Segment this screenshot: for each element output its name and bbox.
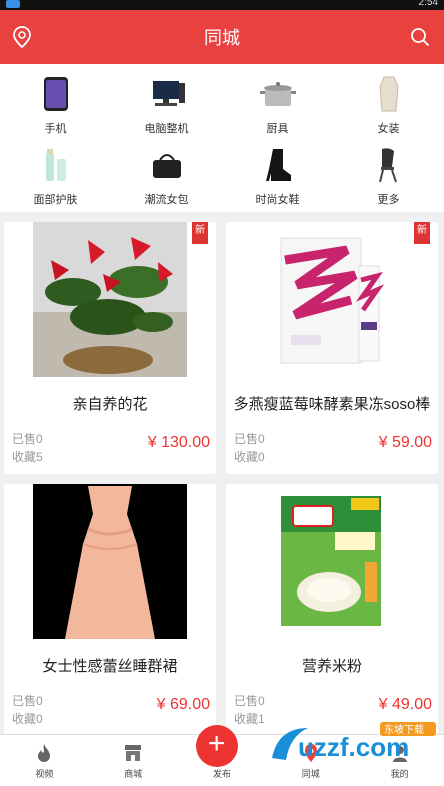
- rice-cereal-box-image: [281, 495, 381, 626]
- status-time: 2:54: [418, 0, 438, 8]
- watermark-tag: 东坡下载: [384, 723, 424, 736]
- category-label: 面部护肤: [33, 194, 78, 206]
- tab-label: 我的: [390, 769, 409, 779]
- product-name: 亲自养的花: [72, 396, 148, 413]
- location-pin-icon[interactable]: [12, 26, 32, 48]
- category-shoes[interactable]: 时尚女鞋: [222, 141, 333, 212]
- product-image: [226, 484, 438, 639]
- boot-icon: [265, 149, 291, 181]
- tab-label: 同城: [301, 769, 320, 779]
- coat-icon: [378, 76, 399, 112]
- tab-label: 商城: [124, 769, 143, 779]
- product-price: ¥ 69.00: [156, 696, 210, 713]
- tab-label: 发布: [212, 769, 231, 779]
- sold-count: 已售0: [12, 694, 43, 708]
- app-notification-icon: [6, 0, 20, 8]
- category-label: 时尚女鞋: [255, 194, 300, 206]
- jelly-box-image: [280, 237, 385, 363]
- tab-mall[interactable]: 商城: [89, 735, 178, 786]
- product-card[interactable]: 营养米粉 已售0 收藏1 ¥ 49.00: [226, 484, 438, 736]
- sold-count: 已售0: [12, 432, 43, 446]
- page-title: 同城: [204, 28, 240, 48]
- sold-count: 已售0: [234, 432, 265, 446]
- product-stats: 已售0 收藏0: [234, 430, 265, 466]
- product-card[interactable]: 新 亲自养的花 已售0 收藏5 ¥ 130.00: [4, 222, 216, 474]
- product-name: 多燕瘦蓝莓味酵素果冻soso棒: [233, 396, 431, 413]
- category-label: 更多: [377, 194, 400, 206]
- handbag-icon: [152, 154, 181, 178]
- product-price: ¥ 130.00: [147, 434, 210, 451]
- product-image: [226, 222, 438, 377]
- category-label: 电脑整机: [144, 123, 189, 135]
- tab-label: 视频: [35, 769, 54, 779]
- watermark-brand: uzzf.com: [298, 732, 409, 762]
- skincare-icon: [45, 149, 66, 181]
- category-skincare[interactable]: 面部护肤: [0, 141, 111, 212]
- product-price: ¥ 49.00: [378, 696, 432, 713]
- status-bar: 2:54: [0, 0, 444, 10]
- favorite-count: 收藏0: [234, 450, 265, 464]
- plus-icon[interactable]: +: [195, 725, 238, 767]
- search-icon[interactable]: [410, 27, 430, 47]
- sold-count: 已售0: [234, 694, 265, 708]
- tab-publish[interactable]: + 发布: [178, 725, 267, 786]
- product-stats: 已售0 收藏0: [12, 692, 43, 728]
- dress-image: [33, 484, 187, 639]
- favorite-count: 收藏1: [234, 712, 265, 726]
- product-price: ¥ 59.00: [378, 434, 432, 451]
- category-label: 潮流女包: [144, 194, 189, 206]
- product-grid: 新 亲自养的花 已售0 收藏5 ¥ 130.00 新 多燕瘦蓝莓味酵素果冻sos…: [0, 212, 444, 736]
- category-label: 厨具: [266, 123, 289, 135]
- product-card[interactable]: 新 多燕瘦蓝莓味酵素果冻soso棒 已售0 收藏0 ¥ 59.00: [226, 222, 438, 474]
- category-phone[interactable]: 手机: [0, 70, 111, 141]
- new-badge: 新: [414, 222, 430, 244]
- favorite-count: 收藏5: [12, 450, 43, 464]
- chair-icon: [378, 148, 397, 183]
- tab-video[interactable]: 视频: [0, 735, 89, 786]
- product-stats: 已售0 收藏5: [12, 430, 43, 466]
- category-computer[interactable]: 电脑整机: [111, 70, 222, 141]
- category-label: 女装: [377, 123, 400, 135]
- header-bar: 同城: [0, 10, 444, 64]
- product-card[interactable]: 女士性感蕾丝睡群裙 已售0 收藏0 ¥ 69.00: [4, 484, 216, 736]
- phone-icon: [43, 77, 68, 111]
- category-womens-wear[interactable]: 女装: [333, 70, 444, 141]
- new-badge: 新: [192, 222, 208, 244]
- product-name: 营养米粉: [301, 658, 362, 675]
- store-icon: [125, 745, 142, 761]
- product-stats: 已售0 收藏1: [234, 692, 265, 728]
- computer-icon: [152, 81, 185, 106]
- flame-icon: [38, 744, 51, 762]
- bottom-tab-bar: 视频 商城 + 发布 同城 我的 uzzf.com 东坡下载: [0, 722, 444, 786]
- category-kitchen[interactable]: 厨具: [222, 70, 333, 141]
- category-label: 手机: [44, 123, 67, 135]
- product-image: [4, 484, 216, 639]
- category-more[interactable]: 更多: [333, 141, 444, 212]
- watermark-logo: uzzf.com 东坡下载: [272, 722, 436, 762]
- product-image: [4, 222, 216, 377]
- pot-icon: [259, 82, 296, 106]
- category-grid: 手机 电脑整机 厨具 女装 面部护肤 潮流女包 时尚女鞋 更多: [0, 64, 444, 212]
- flower-plant-image: [33, 222, 187, 377]
- category-handbag[interactable]: 潮流女包: [111, 141, 222, 212]
- favorite-count: 收藏0: [12, 712, 43, 726]
- product-name: 女士性感蕾丝睡群裙: [42, 658, 178, 675]
